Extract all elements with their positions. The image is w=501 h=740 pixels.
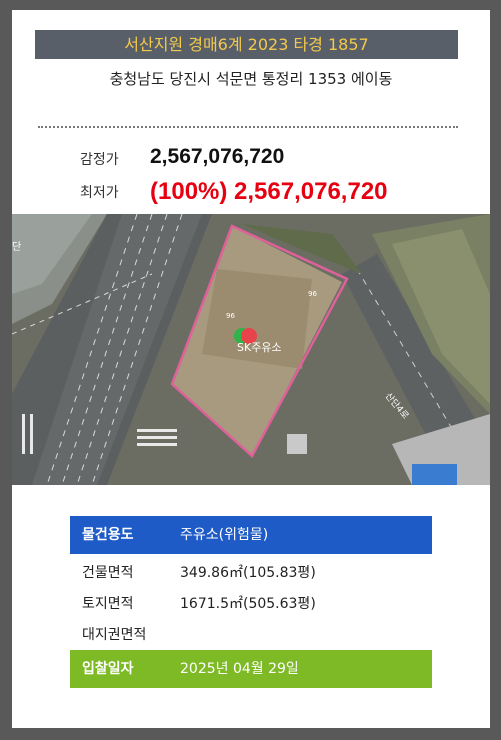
aerial-map-image: SK주유소 산단4로 단 96 96: [12, 214, 490, 485]
case-title: 서산지원 경매6계 2023 타경 1857: [35, 30, 458, 59]
map-edge-label: 단: [12, 241, 21, 253]
auction-card: 서산지원 경매6계 2023 타경 1857 충청남도 당진시 석문면 통정리 …: [12, 10, 490, 728]
land-area-value: 1671.5㎡(505.63평): [180, 596, 316, 612]
lot-number-1: 96: [308, 290, 317, 298]
land-area-label: 토지면적: [82, 596, 134, 612]
lot-number-2: 96: [226, 312, 235, 320]
building-area-row: 건물면적 349.86㎡(105.83평): [70, 558, 432, 588]
usage-value: 주유소(위험물): [180, 527, 269, 543]
bid-date-row: 입찰일자 2025년 04월 29일: [70, 650, 432, 688]
aerial-map[interactable]: SK주유소 산단4로 단 96 96: [12, 214, 490, 485]
usage-row: 물건용도 주유소(위험물): [70, 516, 432, 554]
building-area-value: 349.86㎡(105.83평): [180, 565, 316, 581]
land-right-area-row: 대지권면적: [70, 620, 432, 650]
minimum-price-label: 최저가: [80, 185, 119, 201]
usage-label: 물건용도: [82, 527, 134, 543]
bid-date-label: 입찰일자: [82, 661, 134, 677]
land-right-area-label: 대지권면적: [82, 627, 147, 643]
place-label: SK주유소: [237, 341, 282, 354]
dotted-divider: [38, 126, 458, 128]
bid-date-value: 2025년 04월 29일: [180, 661, 299, 677]
minimum-price-value: (100%) 2,567,076,720: [150, 178, 388, 205]
building-area-label: 건물면적: [82, 565, 134, 581]
appraisal-label: 감정가: [80, 152, 119, 168]
land-area-row: 토지면적 1671.5㎡(505.63평): [70, 589, 432, 619]
appraisal-value: 2,567,076,720: [150, 145, 285, 168]
property-address: 충청남도 당진시 석문면 통정리 1353 에이동: [109, 70, 393, 88]
